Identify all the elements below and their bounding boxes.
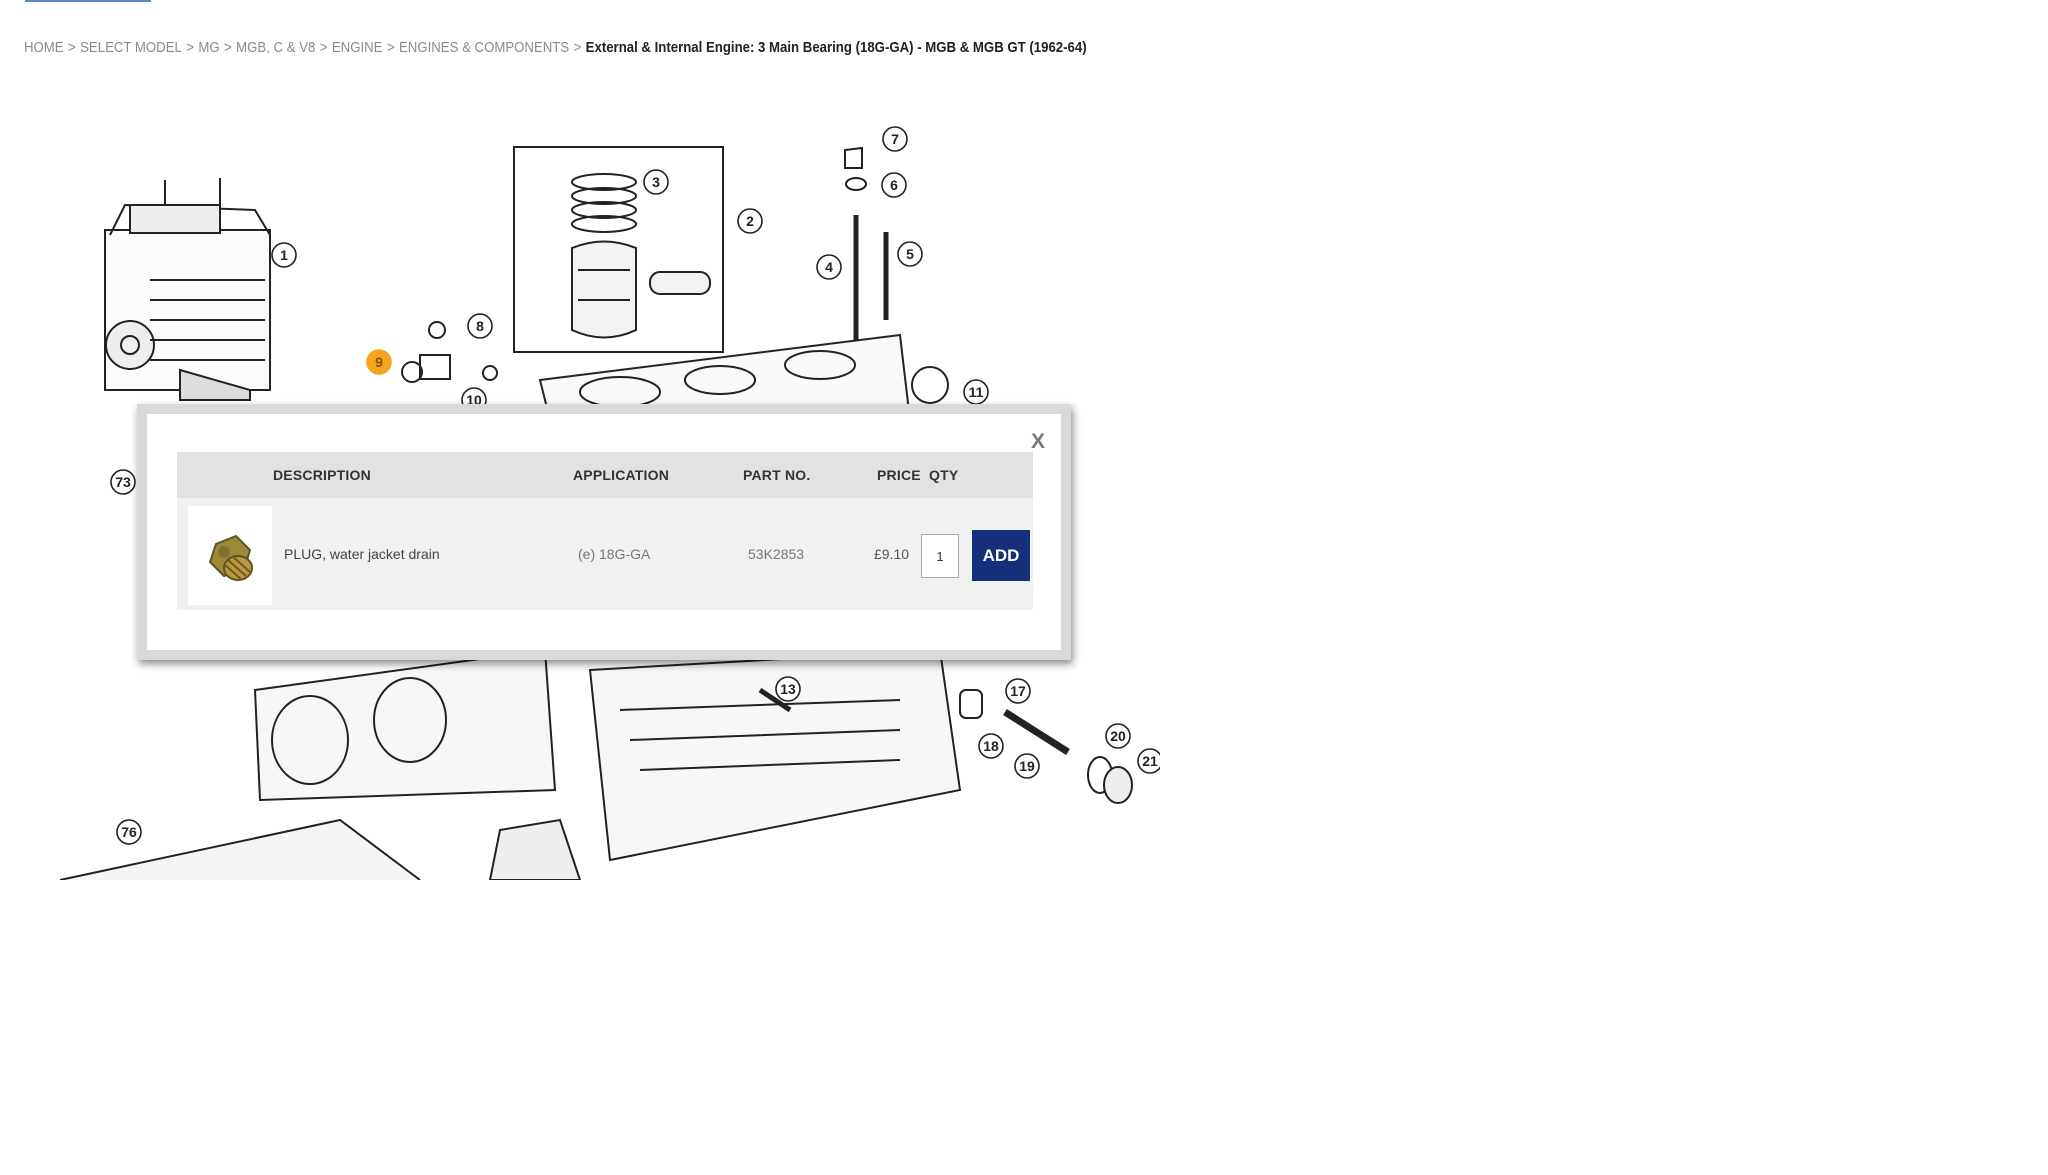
callout-label: 8 (476, 318, 484, 334)
complete-engine-illustration (104, 178, 271, 401)
drain-plug-image (208, 534, 253, 581)
callout-label: 17 (1010, 683, 1026, 699)
part-number: 53K2853 (748, 546, 805, 562)
part-thumbnail (188, 506, 272, 605)
callout-label: 19 (1019, 758, 1035, 774)
part-details-popup: X DESCRIPTION APPLICATION PART NO. PRICE… (137, 404, 1071, 660)
part-price: £9.10 (874, 546, 910, 562)
callout-label: 11 (969, 384, 984, 400)
quantity-input[interactable] (921, 534, 959, 578)
breadcrumb-separator: > (386, 39, 395, 56)
header-description: DESCRIPTION (273, 467, 371, 483)
parts-table-row: PLUG, water jacket drain (e) 18G-GA 53K2… (177, 498, 1033, 610)
callout-label: 76 (121, 824, 137, 840)
callout-label: 4 (825, 259, 833, 275)
breadcrumb: HOME > SELECT MODEL > MG > MGB, C & V8 > ENGINE >… (24, 39, 1087, 56)
callout-label: 18 (983, 738, 999, 754)
breadcrumb-engines-components[interactable]: ENGINES & COMPONENTS (399, 39, 569, 56)
parts-table-header: DESCRIPTION APPLICATION PART NO. PRICE Q… (177, 452, 1033, 498)
breadcrumb-home[interactable]: HOME (24, 39, 64, 56)
breadcrumb-separator: > (186, 39, 194, 56)
breadcrumb-separator: > (573, 39, 582, 56)
callout-label: 7 (891, 131, 899, 147)
add-to-basket-button[interactable]: ADD (972, 530, 1030, 581)
header-underline (25, 0, 151, 2)
callout-label: 2 (746, 213, 754, 229)
breadcrumb-mg[interactable]: MG (198, 39, 219, 56)
header-price: PRICE (877, 467, 921, 483)
header-qty: QTY (929, 467, 959, 483)
callout-label: 6 (890, 177, 898, 193)
part-application: (e) 18G-GA (578, 546, 651, 562)
breadcrumb-engine[interactable]: ENGINE (332, 39, 383, 56)
breadcrumb-separator: > (224, 39, 232, 56)
callout-label: 21 (1142, 753, 1158, 769)
breadcrumb-select-model[interactable]: SELECT MODEL (80, 39, 182, 56)
callout-label: 73 (115, 474, 131, 490)
close-button[interactable]: X (1031, 430, 1045, 454)
callout-label-highlighted: 9 (375, 354, 383, 370)
header-application: APPLICATION (573, 467, 670, 483)
breadcrumb-current-page: External & Internal Engine: 3 Main Beari… (585, 39, 1087, 56)
breadcrumb-mgb-c-v8[interactable]: MGB, C & V8 (236, 39, 315, 56)
breadcrumb-separator: > (319, 39, 328, 56)
callout-label: 5 (906, 246, 914, 262)
piston-assembly-illustration (513, 146, 724, 353)
breadcrumb-separator: > (68, 39, 76, 56)
callout-label: 3 (652, 174, 660, 190)
callout-label: 1 (280, 247, 288, 263)
part-description: PLUG, water jacket drain (284, 546, 440, 562)
header-part-no: PART NO. (743, 467, 811, 483)
popup-content: X DESCRIPTION APPLICATION PART NO. PRICE… (147, 414, 1061, 650)
callout-label: 20 (1110, 728, 1126, 744)
callout-label: 13 (780, 681, 796, 697)
